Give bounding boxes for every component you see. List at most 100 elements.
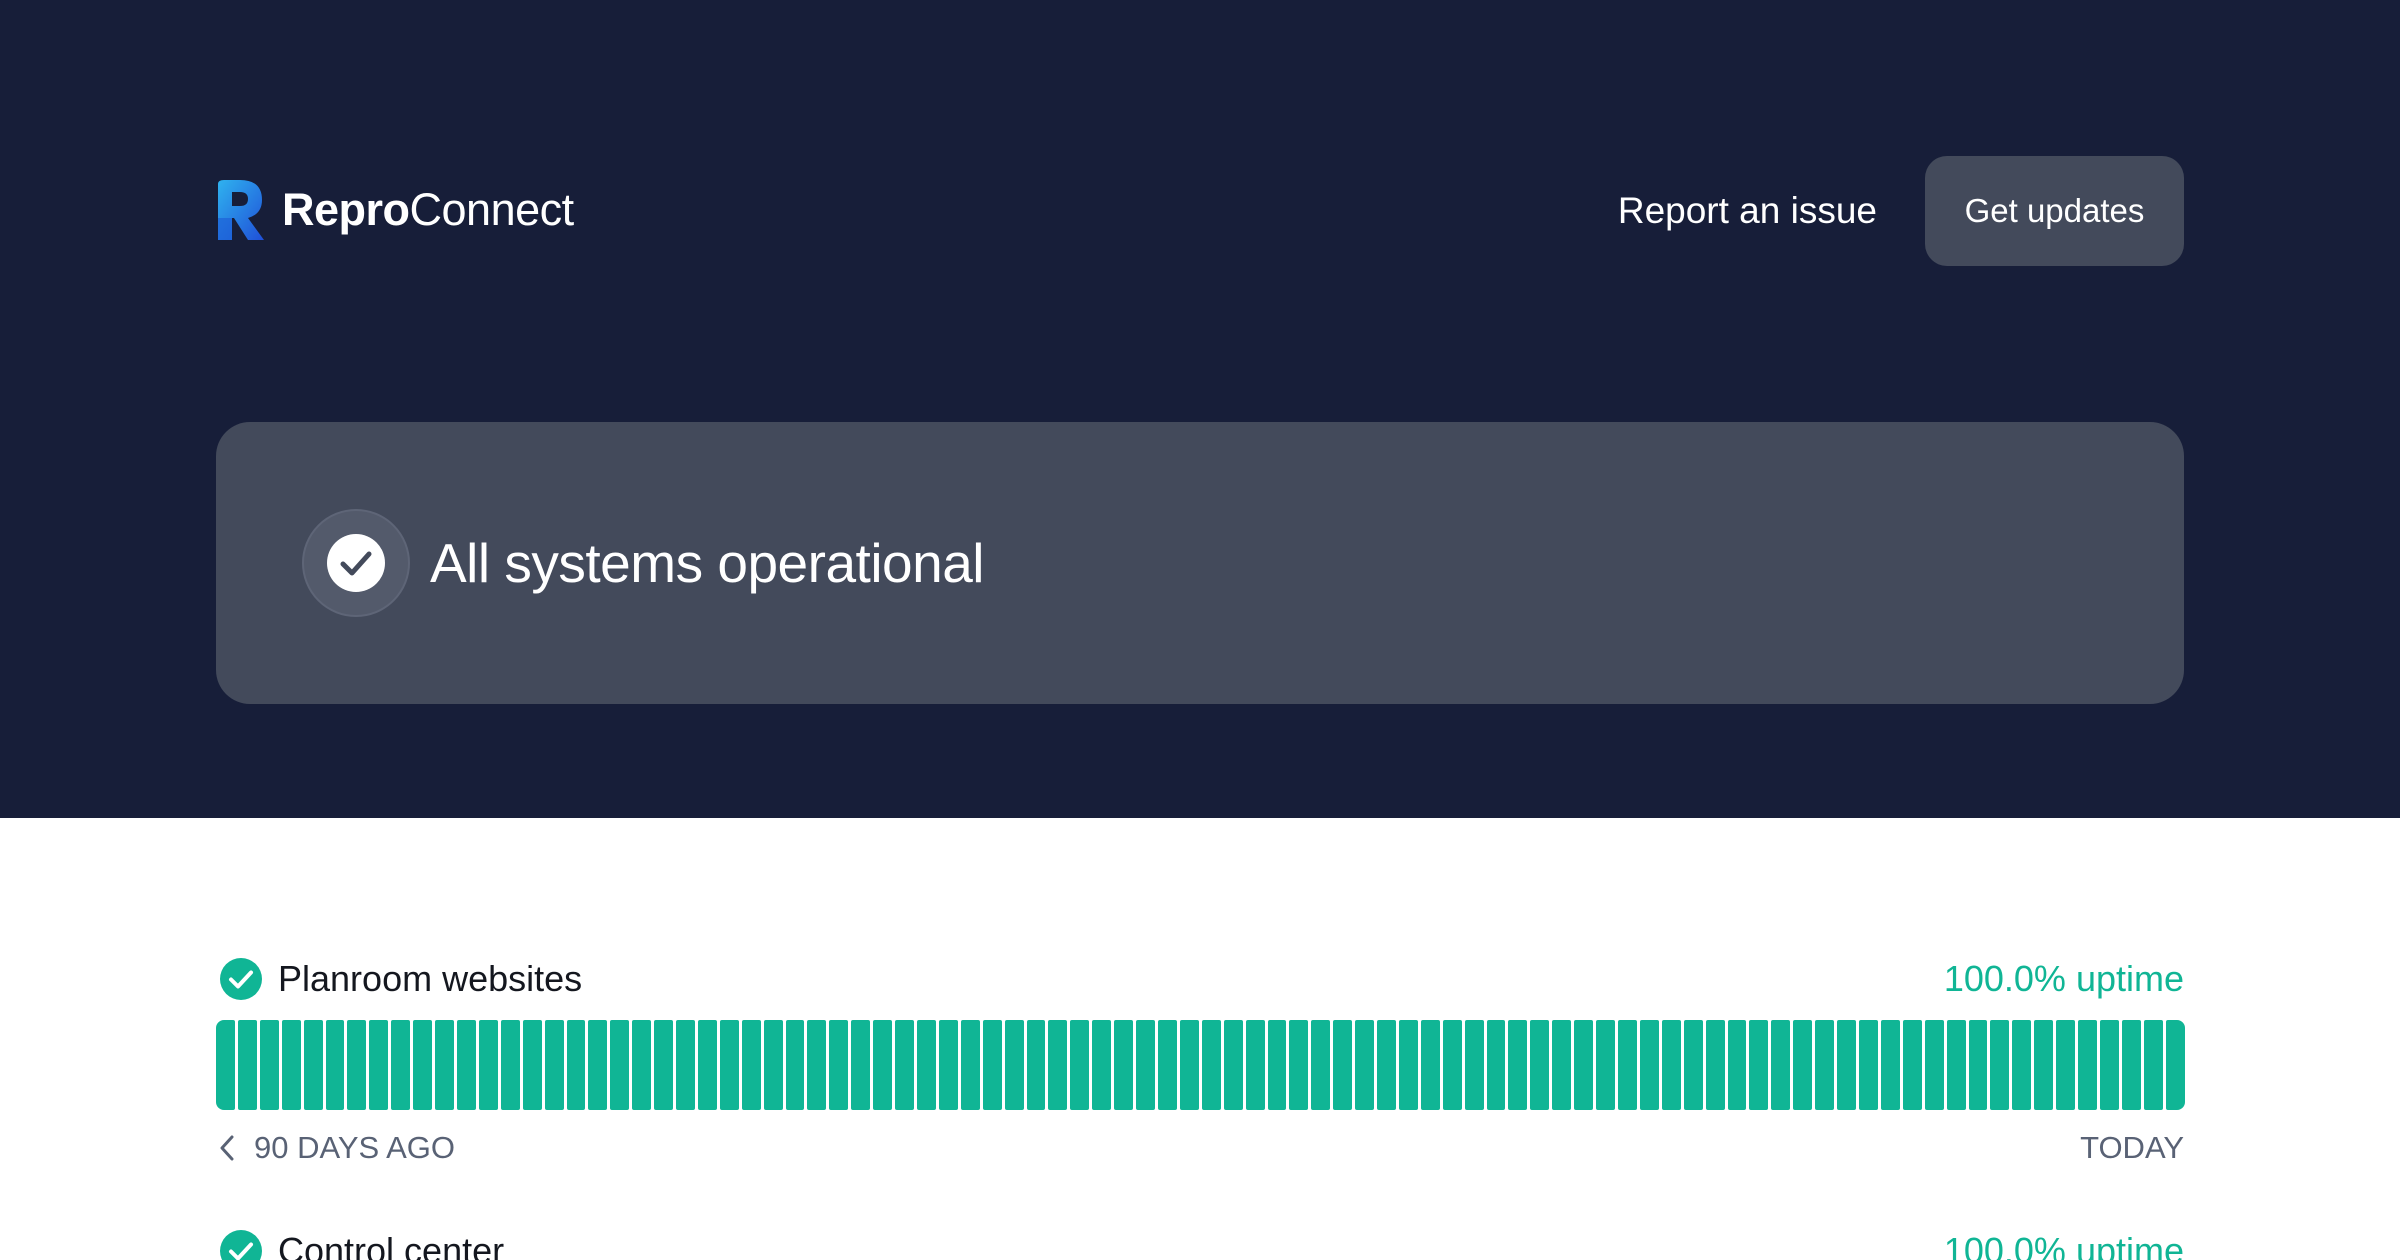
uptime-day-bar[interactable] xyxy=(1179,1020,1199,1110)
uptime-day-bar[interactable] xyxy=(1924,1020,1944,1110)
uptime-day-bar[interactable] xyxy=(697,1020,717,1110)
uptime-day-bar[interactable] xyxy=(2034,1020,2054,1110)
uptime-day-bar[interactable] xyxy=(610,1020,630,1110)
uptime-day-bar[interactable] xyxy=(303,1020,323,1110)
uptime-day-bar[interactable] xyxy=(1114,1020,1134,1110)
uptime-day-bar[interactable] xyxy=(938,1020,958,1110)
uptime-day-bar[interactable] xyxy=(1946,1020,1966,1110)
uptime-day-bar[interactable] xyxy=(1355,1020,1375,1110)
uptime-day-bar[interactable] xyxy=(1289,1020,1309,1110)
uptime-day-bar[interactable] xyxy=(763,1020,783,1110)
uptime-day-bar[interactable] xyxy=(1070,1020,1090,1110)
uptime-day-bar[interactable] xyxy=(851,1020,871,1110)
uptime-day-bar[interactable] xyxy=(522,1020,542,1110)
uptime-day-bar[interactable] xyxy=(895,1020,914,1110)
uptime-day-bar[interactable] xyxy=(1420,1020,1440,1110)
uptime-day-bar[interactable] xyxy=(1004,1020,1024,1110)
uptime-day-bar[interactable] xyxy=(216,1020,235,1110)
uptime-day-bar[interactable] xyxy=(719,1020,739,1110)
uptime-day-bar[interactable] xyxy=(566,1020,586,1110)
hero-section: ReproConnect Report an issue Get updates… xyxy=(0,0,2400,818)
uptime-day-bar[interactable] xyxy=(1793,1020,1813,1110)
uptime-day-bar[interactable] xyxy=(500,1020,520,1110)
uptime-day-bar[interactable] xyxy=(960,1020,980,1110)
uptime-day-bar[interactable] xyxy=(829,1020,849,1110)
uptime-day-bar[interactable] xyxy=(982,1020,1002,1110)
uptime-day-bar[interactable] xyxy=(281,1020,301,1110)
uptime-day-bar[interactable] xyxy=(2165,1020,2185,1110)
uptime-day-bar[interactable] xyxy=(1245,1020,1265,1110)
uptime-day-bar[interactable] xyxy=(391,1020,411,1110)
uptime-day-bar[interactable] xyxy=(1771,1020,1791,1110)
uptime-day-bar[interactable] xyxy=(1880,1020,1900,1110)
uptime-day-bar[interactable] xyxy=(1267,1020,1287,1110)
uptime-day-bar[interactable] xyxy=(1026,1020,1046,1110)
component-planroom-websites: Planroom websites 100.0% uptime 90 DAYS … xyxy=(216,954,2185,1165)
uptime-day-bar[interactable] xyxy=(325,1020,345,1110)
uptime-day-bar[interactable] xyxy=(1092,1020,1112,1110)
uptime-day-bar[interactable] xyxy=(1530,1020,1550,1110)
uptime-day-bar[interactable] xyxy=(1749,1020,1769,1110)
get-updates-button[interactable]: Get updates xyxy=(1925,156,2184,266)
uptime-day-bar[interactable] xyxy=(1727,1020,1747,1110)
uptime-day-bar[interactable] xyxy=(1683,1020,1703,1110)
uptime-day-bar[interactable] xyxy=(2056,1020,2076,1110)
uptime-day-bar[interactable] xyxy=(1968,1020,1988,1110)
uptime-day-bar[interactable] xyxy=(1990,1020,2010,1110)
uptime-day-bar[interactable] xyxy=(369,1020,389,1110)
uptime-day-bar[interactable] xyxy=(917,1020,936,1110)
range-previous[interactable]: 90 DAYS AGO xyxy=(216,1128,455,1168)
uptime-day-bar[interactable] xyxy=(1333,1020,1353,1110)
report-issue-link[interactable]: Report an issue xyxy=(1618,186,1877,236)
uptime-day-bar[interactable] xyxy=(1639,1020,1659,1110)
uptime-day-bar[interactable] xyxy=(873,1020,893,1110)
uptime-day-bar[interactable] xyxy=(1596,1020,1615,1110)
component-name: Control center xyxy=(278,1230,505,1260)
uptime-day-bar[interactable] xyxy=(654,1020,674,1110)
uptime-day-bar[interactable] xyxy=(1311,1020,1331,1110)
uptime-day-bar[interactable] xyxy=(1048,1020,1068,1110)
uptime-day-bar[interactable] xyxy=(1815,1020,1835,1110)
uptime-day-bar[interactable] xyxy=(785,1020,805,1110)
uptime-day-bar[interactable] xyxy=(2121,1020,2141,1110)
uptime-day-bar[interactable] xyxy=(259,1020,279,1110)
uptime-day-bar[interactable] xyxy=(1552,1020,1572,1110)
uptime-day-bar[interactable] xyxy=(413,1020,433,1110)
uptime-day-bar[interactable] xyxy=(456,1020,476,1110)
range-end-label: TODAY xyxy=(2080,1130,2184,1165)
uptime-day-bar[interactable] xyxy=(544,1020,564,1110)
uptime-day-bar[interactable] xyxy=(347,1020,367,1110)
brand-logo[interactable]: ReproConnect xyxy=(214,178,574,242)
uptime-day-bar[interactable] xyxy=(588,1020,608,1110)
uptime-day-bar[interactable] xyxy=(237,1020,257,1110)
uptime-day-bar[interactable] xyxy=(676,1020,695,1110)
uptime-day-bar[interactable] xyxy=(632,1020,652,1110)
uptime-day-bar[interactable] xyxy=(1464,1020,1484,1110)
uptime-day-bar[interactable] xyxy=(1618,1020,1637,1110)
uptime-day-bar[interactable] xyxy=(1574,1020,1594,1110)
uptime-day-bar[interactable] xyxy=(435,1020,454,1110)
uptime-day-bar[interactable] xyxy=(478,1020,498,1110)
uptime-day-bar[interactable] xyxy=(741,1020,761,1110)
uptime-day-bar[interactable] xyxy=(1377,1020,1396,1110)
uptime-day-bar[interactable] xyxy=(1837,1020,1856,1110)
uptime-day-bar[interactable] xyxy=(1486,1020,1506,1110)
uptime-day-bar[interactable] xyxy=(2143,1020,2163,1110)
uptime-day-bar[interactable] xyxy=(1136,1020,1155,1110)
uptime-day-bar[interactable] xyxy=(1508,1020,1528,1110)
uptime-day-bar[interactable] xyxy=(1902,1020,1922,1110)
uptime-day-bar[interactable] xyxy=(1858,1020,1878,1110)
uptime-day-bar[interactable] xyxy=(2012,1020,2032,1110)
uptime-day-bar[interactable] xyxy=(1157,1020,1177,1110)
range-start-label: 90 DAYS AGO xyxy=(254,1130,456,1165)
uptime-day-bar[interactable] xyxy=(807,1020,827,1110)
uptime-day-bar[interactable] xyxy=(1442,1020,1462,1110)
uptime-day-bar[interactable] xyxy=(1398,1020,1418,1110)
uptime-day-bar[interactable] xyxy=(1201,1020,1221,1110)
uptime-day-bar[interactable] xyxy=(2078,1020,2097,1110)
uptime-day-bar[interactable] xyxy=(1223,1020,1243,1110)
uptime-day-bar[interactable] xyxy=(1661,1020,1681,1110)
component-uptime: 100.0% uptime xyxy=(1943,1230,2184,1260)
uptime-day-bar[interactable] xyxy=(2099,1020,2119,1110)
uptime-day-bar[interactable] xyxy=(1705,1020,1725,1110)
